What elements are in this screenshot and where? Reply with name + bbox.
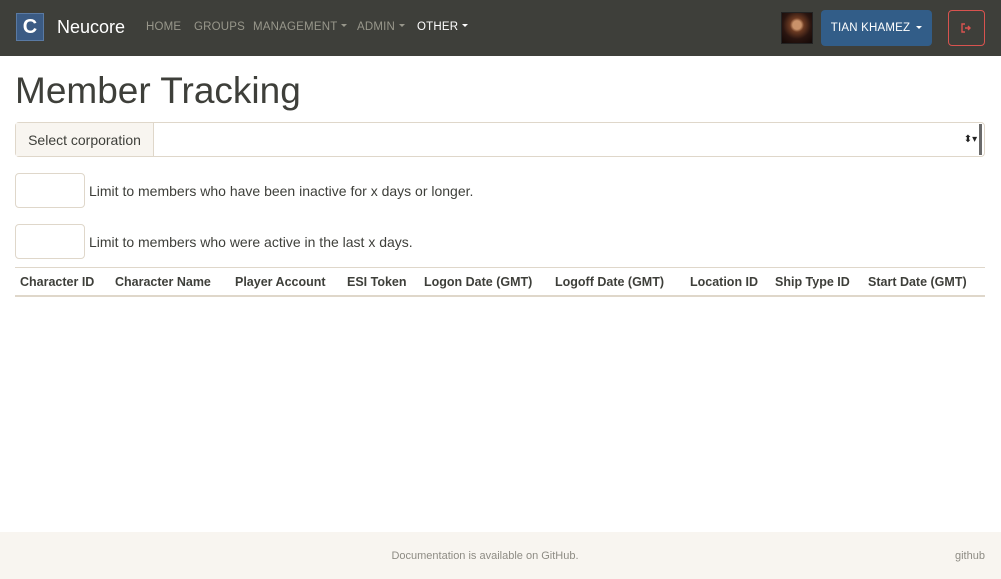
logout-button[interactable] [948, 10, 985, 46]
user-name-label: TIAN KHAMEZ [830, 22, 911, 34]
nav-management-label: MANAGEMENT [253, 21, 338, 33]
nav-admin-dropdown[interactable]: ADMIN [357, 21, 406, 33]
caret-down-icon [462, 24, 469, 28]
nav-groups[interactable]: GROUPS [194, 21, 245, 33]
nav-management-dropdown[interactable]: MANAGEMENT [253, 21, 348, 33]
footer-text: Documentation is available on GitHub. [391, 550, 579, 562]
active-days-label: Limit to members who were active in the … [89, 233, 413, 250]
inactive-filter-row: Limit to members who have been inactive … [15, 173, 473, 208]
column-header[interactable]: Player Account [235, 275, 326, 289]
nav-home[interactable]: HOME [146, 21, 181, 33]
avatar [781, 12, 813, 44]
nav-other-label: OTHER [417, 21, 459, 33]
user-menu-button[interactable]: TIAN KHAMEZ [821, 10, 932, 46]
nav-admin-label: ADMIN [357, 21, 396, 33]
nav-other-dropdown[interactable]: OTHER [417, 21, 469, 33]
brand-name[interactable]: Neucore [57, 17, 125, 38]
column-header[interactable]: Start Date (GMT) [868, 275, 967, 289]
active-days-input[interactable] [15, 224, 85, 259]
footer: Documentation is available on GitHub. gi… [0, 532, 1001, 579]
column-header[interactable]: Logoff Date (GMT) [555, 275, 664, 289]
column-header[interactable]: Character Name [115, 275, 211, 289]
caret-down-icon [916, 25, 923, 29]
column-header[interactable]: Character ID [20, 275, 94, 289]
page-title: Member Tracking [15, 70, 301, 111]
github-link[interactable]: github [955, 550, 985, 562]
navbar: C Neucore HOME GROUPS MANAGEMENT ADMIN O… [0, 0, 1001, 56]
inactive-days-input[interactable] [15, 173, 85, 208]
nav-home-label: HOME [146, 21, 182, 33]
select-arrows-icon: ⬍▾ [962, 124, 982, 155]
brand-logo-icon[interactable]: C [16, 13, 44, 41]
column-header[interactable]: Ship Type ID [775, 275, 850, 289]
corporation-select[interactable]: ⬍▾ [154, 123, 984, 156]
sign-out-icon [961, 23, 971, 33]
active-filter-row: Limit to members who were active in the … [15, 224, 413, 259]
caret-down-icon [399, 24, 406, 28]
member-table-header: Character ID Character Name Player Accou… [15, 267, 985, 297]
column-header[interactable]: ESI Token [347, 275, 407, 289]
inactive-days-label: Limit to members who have been inactive … [89, 182, 474, 199]
column-header[interactable]: Logon Date (GMT) [424, 275, 532, 289]
corporation-select-group: Select corporation ⬍▾ [15, 122, 985, 157]
nav-groups-label: GROUPS [194, 21, 246, 33]
caret-down-icon [341, 24, 348, 28]
column-header[interactable]: Location ID [690, 275, 758, 289]
select-corporation-label: Select corporation [16, 123, 154, 156]
